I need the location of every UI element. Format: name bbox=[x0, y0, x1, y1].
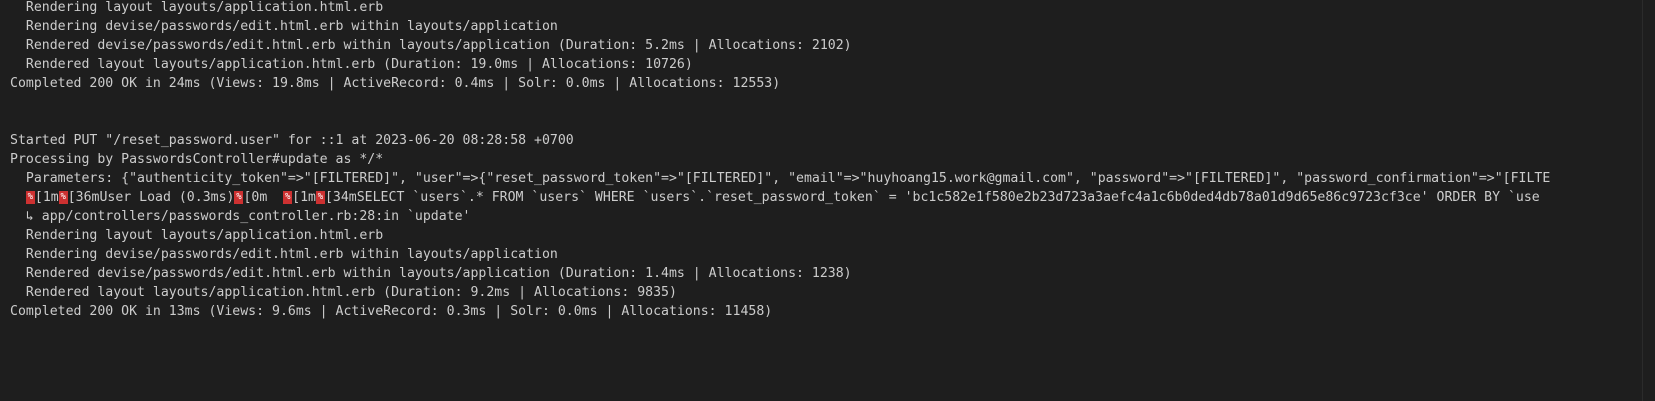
vertical-scrollbar[interactable] bbox=[1642, 0, 1655, 401]
ansi-segment: [1m bbox=[292, 190, 316, 205]
escape-char-icon: % bbox=[283, 190, 293, 204]
escape-char-icon: % bbox=[58, 190, 68, 204]
terminal-output[interactable]: Rendering layout layouts/application.htm… bbox=[0, 0, 1655, 401]
log-line: Parameters: {"authenticity_token"=>"[FIL… bbox=[10, 171, 1551, 186]
log-line: ↳ app/controllers/passwords_controller.r… bbox=[10, 209, 471, 224]
ansi-segment: [1m bbox=[34, 190, 59, 205]
ansi-segment: [36mUser Load (0.3ms) bbox=[67, 190, 235, 205]
escape-char-icon: % bbox=[25, 190, 35, 204]
escape-char-icon: % bbox=[315, 190, 325, 204]
log-line: Rendered devise/passwords/edit.html.erb … bbox=[10, 38, 852, 53]
log-line: Processing by PasswordsController#update… bbox=[10, 152, 384, 167]
log-line: Rendering devise/passwords/edit.html.erb… bbox=[10, 19, 558, 34]
log-line: Rendered layout layouts/application.html… bbox=[10, 285, 677, 300]
ansi-segment: [0m bbox=[243, 190, 284, 205]
log-line: Rendering devise/passwords/edit.html.erb… bbox=[10, 247, 558, 262]
log-line: Started PUT "/reset_password.user" for :… bbox=[10, 133, 574, 148]
log-line: Rendering layout layouts/application.htm… bbox=[10, 0, 384, 15]
log-line: Rendered layout layouts/application.html… bbox=[10, 57, 693, 72]
sql-log-line: % [1m% [36mUser Load (0.3ms)% [0m % [1m% [34m… bbox=[10, 188, 1655, 207]
ansi-segment: [34mSELECT `users`.* FROM `users` WHERE … bbox=[324, 190, 1540, 205]
log-line: Completed 200 OK in 24ms (Views: 19.8ms … bbox=[10, 76, 781, 91]
log-line: Completed 200 OK in 13ms (Views: 9.6ms |… bbox=[10, 304, 773, 319]
log-line: Rendered devise/passwords/edit.html.erb … bbox=[10, 266, 852, 281]
log-line: Rendering layout layouts/application.htm… bbox=[10, 228, 384, 243]
